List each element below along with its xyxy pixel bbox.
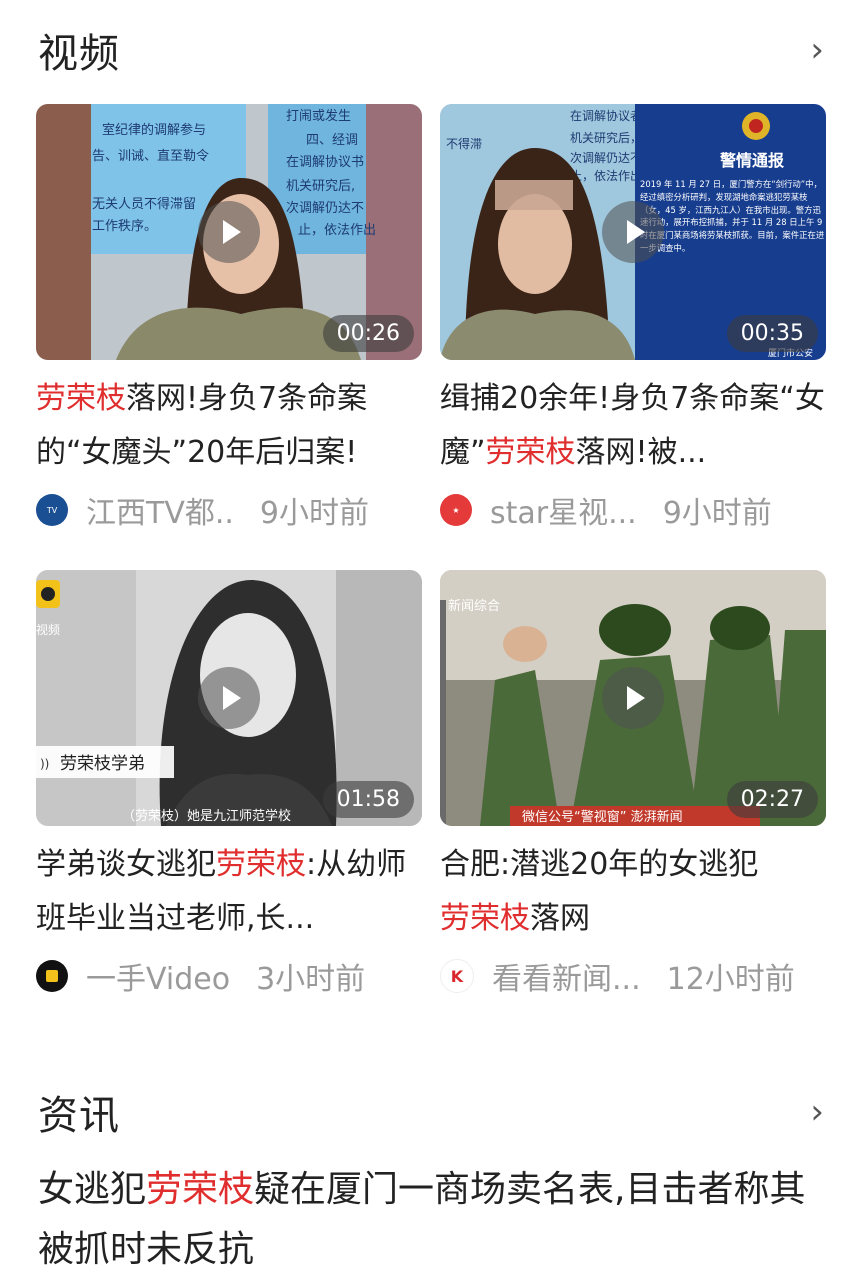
- video-meta: 一手Video 3小时前: [36, 954, 422, 998]
- video-thumbnail[interactable]: 视频 )) 劳荣枝学弟 （劳荣枝）她是九江师范学校 01:58: [36, 570, 422, 826]
- overlay-ticker: 微信公号“警视窗” 澎湃新闻: [522, 809, 683, 825]
- play-icon[interactable]: [198, 667, 260, 729]
- video-card-2[interactable]: 不得滞 在调解协议者 机关研究后， 次调解仍达不成 止，依法作出决 警情通报 2…: [440, 104, 826, 532]
- video-duration: 02:27: [726, 781, 818, 818]
- svg-text:机关研究后，: 机关研究后，: [570, 130, 642, 145]
- videos-section-title: 视频: [38, 31, 120, 77]
- svg-text:次调解仍达不: 次调解仍达不: [286, 200, 364, 216]
- title-highlight: 劳荣枝: [146, 1169, 255, 1210]
- overlay-body: 2019 年 11 月 27 日，厦门警方在“剑行动”中，经过缜密分析研判，发现…: [640, 179, 825, 253]
- video-duration: 00:35: [726, 315, 818, 352]
- overlay-brand: 新闻综合: [448, 598, 500, 614]
- video-thumbnail[interactable]: 新闻综合 微信公号“警视窗” 澎湃新闻 02:27: [440, 570, 826, 826]
- svg-text:工作秩序。: 工作秩序。: [92, 219, 157, 234]
- source-avatar: TV: [36, 494, 68, 526]
- svg-text:)): )): [40, 757, 49, 771]
- video-meta: TV 江西TV都.. 9小时前: [36, 488, 422, 532]
- source-name[interactable]: 江西TV都..: [86, 488, 234, 532]
- video-title[interactable]: 合肥:潜逃20年的女逃犯 劳荣枝落网: [440, 838, 826, 946]
- source-avatar: K: [440, 959, 474, 993]
- video-thumbnail[interactable]: 室纪律的调解参与 告、训诫、直至勒令 无关人员不得滞留 工作秩序。 打闹或发生 …: [36, 104, 422, 360]
- publish-time: 9小时前: [662, 496, 772, 531]
- svg-text:在调解协议书: 在调解协议书: [286, 155, 364, 170]
- svg-text:止，依法作出: 止，依法作出: [298, 223, 376, 238]
- svg-text:告、训诫、直至勒令: 告、训诫、直至勒令: [92, 149, 209, 164]
- overlay-brand: 视频: [36, 622, 60, 637]
- video-title[interactable]: 缉捕20余年!身负7条命案“女魔”劳荣枝落网!被...: [440, 372, 826, 480]
- play-icon[interactable]: [602, 667, 664, 729]
- overlay-label: 劳荣枝学弟: [60, 754, 145, 774]
- news-section-title: 资讯: [38, 1093, 120, 1139]
- svg-text:不得滞: 不得滞: [446, 136, 482, 151]
- title-highlight: 劳荣枝: [485, 435, 576, 470]
- video-card-1[interactable]: 室纪律的调解参与 告、训诫、直至勒令 无关人员不得滞留 工作秩序。 打闹或发生 …: [36, 104, 422, 532]
- source-avatar: ★: [440, 494, 472, 526]
- video-meta: ★ star星视... 9小时前: [440, 488, 826, 532]
- source-name[interactable]: 一手Video: [86, 954, 230, 998]
- title-highlight: 劳荣枝: [440, 901, 530, 936]
- play-icon[interactable]: [602, 201, 664, 263]
- video-meta: K 看看新闻... 12小时前: [440, 954, 826, 998]
- news-item-title[interactable]: 女逃犯劳荣枝疑在厦门一商场卖名表,目击者称其被抓时未反抗: [38, 1160, 824, 1280]
- svg-text:打闹或发生: 打闹或发生: [286, 108, 351, 124]
- chevron-right-icon[interactable]: ›: [810, 30, 824, 70]
- source-name[interactable]: star星视...: [490, 488, 637, 532]
- video-title[interactable]: 劳荣枝落网!身负7条命案的“女魔头”20年后归案!: [36, 372, 422, 480]
- publish-time: 9小时前: [259, 496, 370, 531]
- title-text: 落网!被...: [575, 435, 707, 470]
- svg-text:机关研究后,: 机关研究后,: [286, 179, 355, 194]
- title-text: 合肥:潜逃20年的女逃犯: [440, 847, 759, 882]
- news-section-header[interactable]: 资讯 ›: [38, 1082, 824, 1142]
- title-text: 学弟谈女逃犯: [36, 847, 216, 882]
- video-card-3[interactable]: 视频 )) 劳荣枝学弟 （劳荣枝）她是九江师范学校 01:58 学弟谈女逃犯劳荣…: [36, 570, 422, 998]
- svg-text:四、经调: 四、经调: [306, 133, 358, 148]
- title-highlight: 劳荣枝: [216, 847, 306, 882]
- source-avatar: [36, 960, 68, 992]
- title-text: 落网: [530, 901, 590, 936]
- video-card-4[interactable]: 新闻综合 微信公号“警视窗” 澎湃新闻 02:27 合肥:潜逃20年的女逃犯 劳荣…: [440, 570, 826, 998]
- svg-text:无关人员不得滞留: 无关人员不得滞留: [92, 196, 196, 212]
- video-duration: 00:26: [322, 315, 414, 352]
- overlay-caption: （劳荣枝）她是九江师范学校: [122, 808, 291, 824]
- play-icon[interactable]: [198, 201, 260, 263]
- svg-text:在调解协议者: 在调解协议者: [570, 108, 642, 123]
- video-title[interactable]: 学弟谈女逃犯劳荣枝:从幼师班毕业当过老师,长...: [36, 838, 422, 946]
- title-highlight: 劳荣枝: [36, 381, 126, 416]
- overlay-heading: 警情通报: [719, 151, 784, 170]
- chevron-right-icon[interactable]: ›: [810, 1092, 824, 1132]
- publish-time: 12小时前: [666, 962, 795, 997]
- videos-section-header[interactable]: 视频 ›: [38, 20, 824, 80]
- video-duration: 01:58: [322, 781, 414, 818]
- publish-time: 3小时前: [256, 962, 366, 997]
- source-name[interactable]: 看看新闻...: [492, 954, 641, 998]
- svg-text:室纪律的调解参与: 室纪律的调解参与: [102, 122, 206, 138]
- video-thumbnail[interactable]: 不得滞 在调解协议者 机关研究后， 次调解仍达不成 止，依法作出决 警情通报 2…: [440, 104, 826, 360]
- title-text: 女逃犯: [38, 1169, 147, 1210]
